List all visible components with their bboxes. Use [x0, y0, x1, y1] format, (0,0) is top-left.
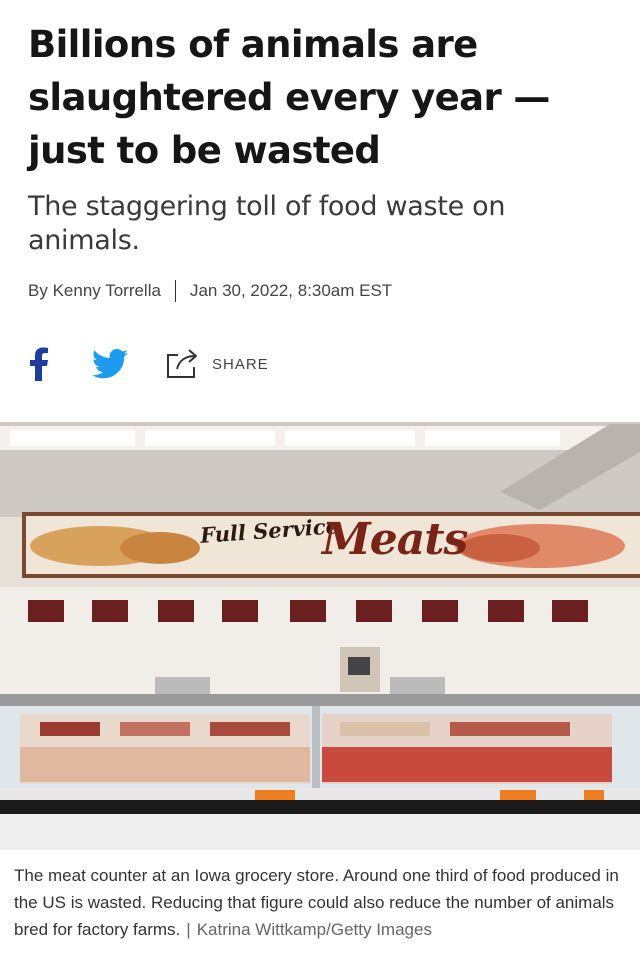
caption-separator: |: [186, 920, 191, 939]
article-photo: Full Service Meats: [0, 422, 640, 850]
share-label[interactable]: SHARE: [212, 356, 269, 373]
share-icon[interactable]: [162, 344, 202, 384]
byline: By Kenny Torrella Jan 30, 2022, 8:30am E…: [28, 280, 392, 302]
share-bar: SHARE: [24, 344, 269, 384]
dek: The staggering toll of food waste on ani…: [28, 191, 506, 256]
facebook-icon[interactable]: [24, 344, 54, 384]
sign-meats: Meats: [322, 514, 468, 565]
author-link[interactable]: Kenny Torrella: [53, 281, 161, 301]
meat-counter-illustration: [0, 422, 640, 850]
byline-prefix: By: [28, 281, 48, 300]
photo-credit: Katrina Wittkamp/Getty Images: [196, 920, 432, 939]
headline: Billions of animals are slaughtered ever…: [28, 23, 550, 172]
photo-caption: The meat counter at an Iowa grocery stor…: [14, 862, 624, 943]
article: Billions of animals are slaughtered ever…: [0, 0, 640, 977]
publish-date: Jan 30, 2022, 8:30am EST: [189, 281, 393, 300]
twitter-icon[interactable]: [90, 344, 130, 384]
byline-separator: [174, 280, 176, 302]
